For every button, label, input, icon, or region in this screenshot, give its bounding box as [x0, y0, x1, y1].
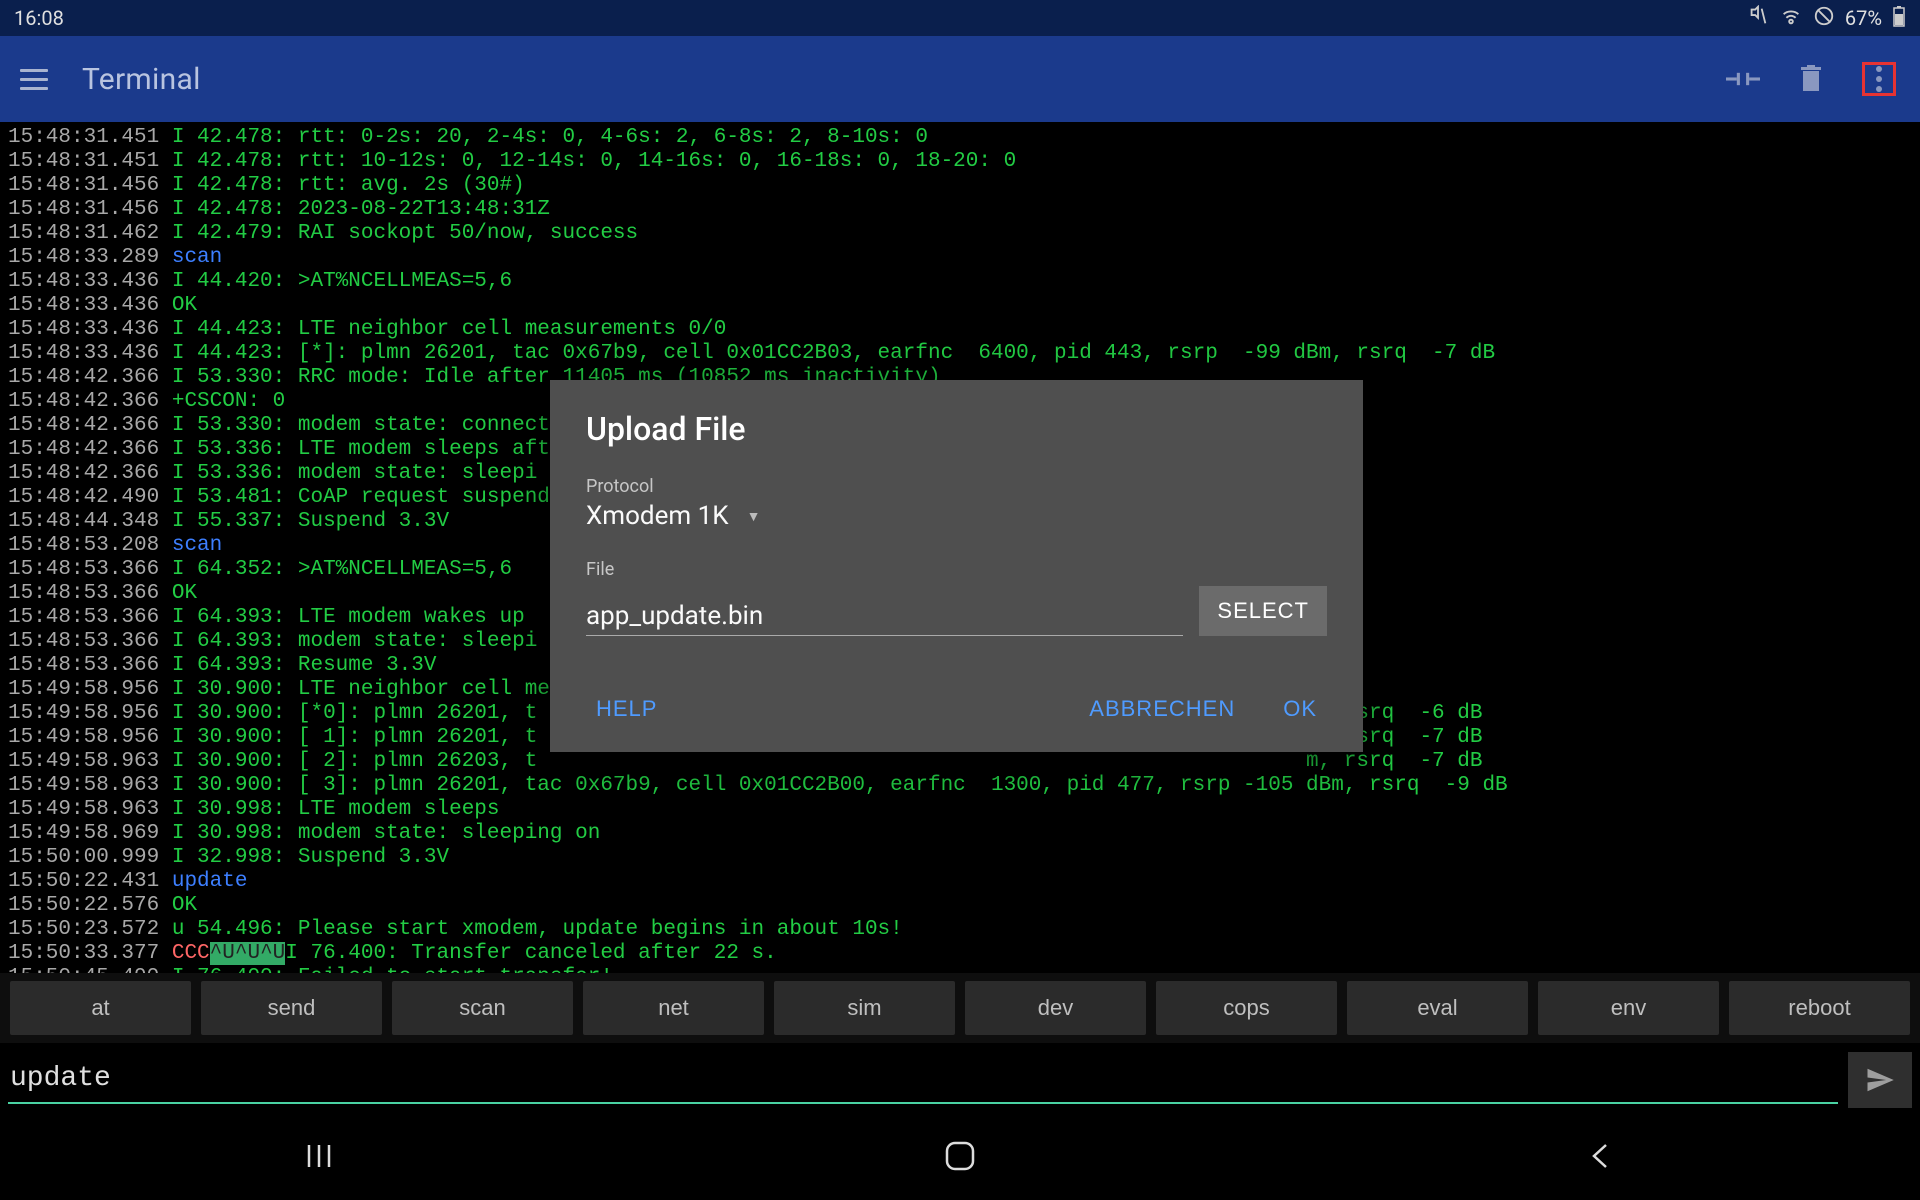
nav-recent-icon[interactable] — [304, 1141, 334, 1175]
protocol-value: Xmodem 1K — [586, 501, 729, 531]
trash-icon[interactable] — [1794, 62, 1828, 96]
command-input[interactable] — [8, 1055, 1838, 1104]
select-file-button[interactable]: SELECT — [1199, 586, 1327, 636]
quick-sim-button[interactable]: sim — [774, 981, 955, 1035]
nav-back-icon[interactable] — [1586, 1141, 1616, 1175]
protocol-select[interactable]: Xmodem 1K ▼ — [586, 501, 1327, 531]
quick-scan-button[interactable]: scan — [392, 981, 573, 1035]
quick-at-button[interactable]: at — [10, 981, 191, 1035]
file-label: File — [586, 559, 1327, 580]
ok-button[interactable]: OK — [1271, 688, 1329, 730]
send-button[interactable] — [1848, 1052, 1912, 1108]
quick-eval-button[interactable]: eval — [1347, 981, 1528, 1035]
file-input[interactable]: app_update.bin — [586, 597, 1183, 636]
dialog-title: Upload File — [586, 410, 1327, 448]
more-vert-icon[interactable] — [1862, 62, 1896, 96]
upload-file-dialog: Upload File Protocol Xmodem 1K ▼ File ap… — [550, 380, 1363, 752]
quick-cops-button[interactable]: cops — [1156, 981, 1337, 1035]
wifi-icon — [1779, 5, 1803, 32]
chevron-down-icon: ▼ — [747, 508, 761, 525]
app-title: Terminal — [82, 62, 201, 97]
quick-net-button[interactable]: net — [583, 981, 764, 1035]
battery-icon — [1892, 5, 1906, 32]
quick-send-button[interactable]: send — [201, 981, 382, 1035]
nav-home-icon[interactable] — [943, 1139, 977, 1177]
status-time: 16:08 — [14, 6, 64, 30]
quick-reboot-button[interactable]: reboot — [1729, 981, 1910, 1035]
status-battery: 67% — [1845, 6, 1882, 30]
quick-dev-button[interactable]: dev — [965, 981, 1146, 1035]
protocol-label: Protocol — [586, 476, 1327, 497]
help-button[interactable]: HELP — [584, 688, 669, 730]
mute-icon — [1747, 5, 1769, 32]
menu-icon[interactable] — [14, 63, 54, 96]
quick-env-button[interactable]: env — [1538, 981, 1719, 1035]
connection-icon[interactable] — [1726, 62, 1760, 96]
dnd-icon — [1813, 5, 1835, 32]
cancel-button[interactable]: ABBRECHEN — [1077, 688, 1247, 730]
